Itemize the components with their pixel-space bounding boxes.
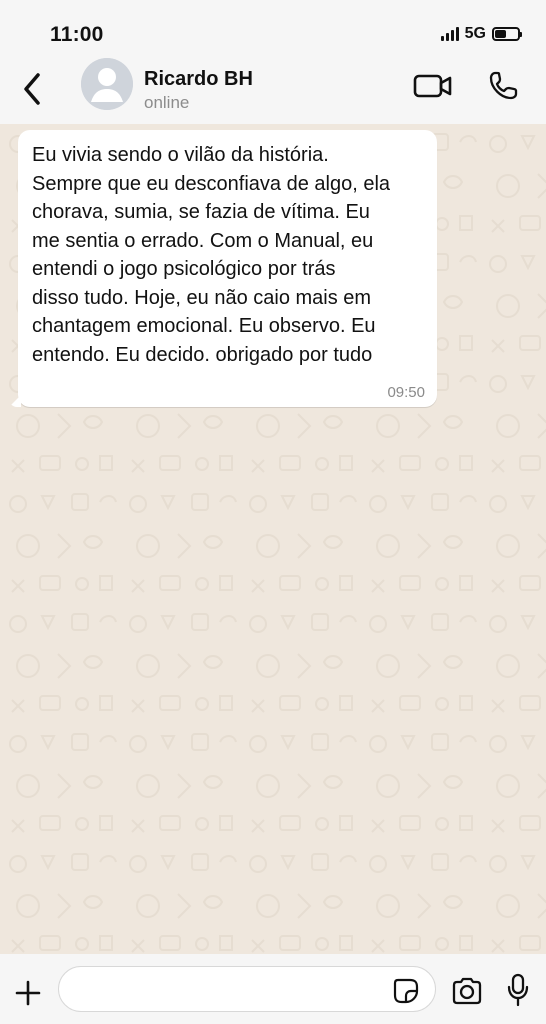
camera-icon — [452, 977, 482, 1005]
back-button[interactable] — [12, 66, 52, 112]
person-icon — [81, 58, 133, 110]
contact-name[interactable]: Ricardo BH — [144, 68, 253, 91]
incoming-message-bubble[interactable]: Eu vivia sendo o vilão da história. Semp… — [18, 130, 437, 407]
network-type: 5G — [464, 25, 486, 42]
plus-button[interactable] — [11, 976, 45, 1010]
microphone-button[interactable] — [504, 972, 532, 1008]
message-composer — [0, 954, 546, 1024]
sticker-icon — [393, 978, 419, 1004]
message-text: Eu vivia sendo o vilão da história. Semp… — [32, 144, 391, 366]
signal-icon — [440, 27, 459, 41]
video-camera-icon — [413, 74, 452, 98]
battery-fill — [495, 30, 506, 38]
chevron-left-icon — [24, 73, 40, 105]
message-input[interactable] — [58, 966, 436, 1012]
camera-button[interactable] — [448, 974, 486, 1008]
status-indicators: 5G — [440, 23, 522, 45]
contact-status: online — [144, 93, 190, 112]
plus-icon — [15, 980, 41, 1006]
sticker-button[interactable] — [390, 975, 422, 1007]
chat-header: Ricardo BH online — [0, 58, 546, 124]
video-call-button[interactable] — [412, 70, 454, 102]
battery-icon — [492, 27, 522, 41]
voice-call-button[interactable] — [486, 69, 520, 103]
chat-area[interactable]: Eu vivia sendo o vilão da história. Semp… — [0, 124, 546, 954]
phone-icon — [489, 71, 518, 100]
status-bar: 11:00 5G — [0, 0, 546, 58]
status-time: 11:00 — [50, 23, 104, 46]
microphone-icon — [507, 973, 529, 1007]
avatar[interactable] — [81, 58, 133, 110]
message-time: 09:50 — [387, 384, 425, 401]
